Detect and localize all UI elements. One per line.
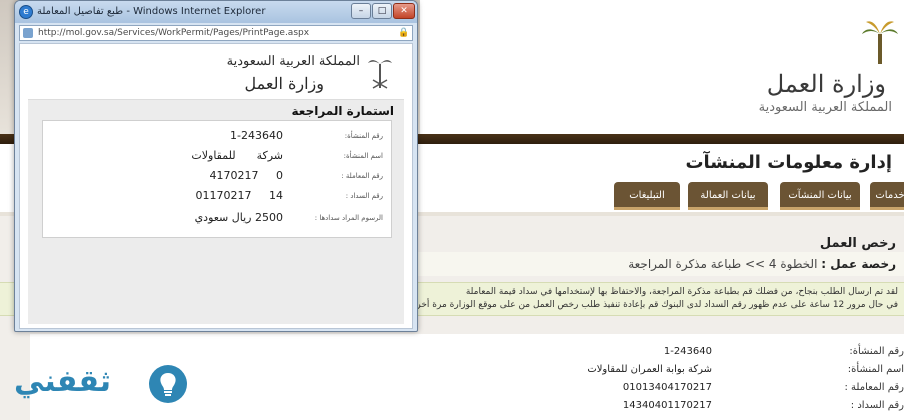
form-label: رقم السداد : (345, 192, 383, 200)
calligraphy-ministry: وزارة العمل (244, 74, 325, 93)
address-url: http://mol.gov.sa/Services/WorkPermit/Pa… (38, 28, 310, 38)
close-button[interactable]: ✕ (393, 3, 415, 19)
tab-services[interactable]: خدمات (870, 182, 904, 210)
calligraphy-kingdom: المملكة العربية السعودية (226, 54, 360, 69)
form-row: الرسوم المراد سدادها : 2500 ريال سعودي (43, 211, 393, 229)
tab-workers[interactable]: بيانات العمالة (688, 182, 768, 210)
form-title: استمارة المراجعة (291, 104, 394, 118)
address-bar[interactable]: http://mol.gov.sa/Services/WorkPermit/Pa… (19, 25, 413, 41)
ie-popup-window: e طبع تفاصيل المعاملة - Windows Internet… (14, 0, 418, 332)
brand-watermark: ثقفني (14, 364, 112, 399)
breadcrumb-prefix: رخصة عمل : (821, 257, 896, 271)
form-label: اسم المنشأة: (343, 152, 383, 160)
form-value: 14‌ ‌ ‌ ‌ ‌ 01170217 (195, 189, 283, 202)
site-logo-subtitle: المملكة العربية السعودية (758, 100, 892, 115)
form-label: الرسوم المراد سدادها : (314, 214, 383, 222)
detail-value: 1-243640 (663, 346, 712, 357)
print-page: المملكة العربية السعودية وزارة العمل است… (19, 43, 413, 329)
detail-value: 01013404170217 (622, 382, 712, 393)
form-value: شركة ‌ ‌ ‌ ‌ ‌ للمقاولات (191, 149, 283, 162)
site-logo-title: وزارة العمل (766, 70, 886, 98)
form-label: رقم المنشأة: (344, 132, 383, 140)
form-value: 1-243640 (230, 129, 283, 142)
lock-icon: 🔒 (398, 28, 410, 38)
detail-row: رقم المنشأة: 1-243640 (30, 346, 904, 364)
ie-browser-icon: e (19, 5, 33, 19)
tab-establishments[interactable]: بيانات المنشآت (780, 182, 860, 210)
palm-logo-icon (368, 60, 392, 89)
form-value: 0‌‌‌‌ ‌ ‌ ‌ ‌ 4170217 (209, 169, 283, 182)
page-icon (23, 28, 33, 38)
form-row: رقم المنشأة: 1-243640 (43, 129, 393, 147)
detail-label: اسم المنشأة: (847, 364, 904, 375)
window-titlebar[interactable]: e طبع تفاصيل المعاملة - Windows Internet… (15, 1, 417, 23)
detail-label: رقم المعاملة : (844, 382, 904, 393)
detail-label: رقم السداد : (850, 400, 904, 411)
print-header: المملكة العربية السعودية وزارة العمل (28, 50, 404, 100)
form-row: اسم المنشأة: شركة ‌ ‌ ‌ ‌ ‌ للمقاولات (43, 149, 393, 167)
form-row: رقم المعاملة : 0‌‌‌‌ ‌ ‌ ‌ ‌ 4170217 (43, 169, 393, 187)
section-title: إدارة معلومات المنشآت (685, 152, 892, 173)
detail-value: 14340401170217 (622, 400, 712, 411)
minimize-button[interactable]: – (351, 3, 371, 19)
form-label: رقم المعاملة : (341, 172, 383, 180)
form-value: 2500 ريال سعودي (194, 211, 283, 224)
detail-label: رقم المنشأة: (849, 346, 904, 357)
window-title: طبع تفاصيل المعاملة - Windows Internet E… (37, 6, 266, 17)
palm-logo-icon (862, 21, 898, 64)
breadcrumb-step: الخطوة 4 >> طباعة مذكرة المراجعة (628, 257, 818, 271)
maximize-button[interactable]: □ (372, 3, 392, 19)
lightbulb-icon (149, 365, 187, 403)
review-form: رقم المنشأة: 1-243640 اسم المنشأة: شركة … (42, 120, 392, 238)
permits-heading: رخص العمل (819, 236, 896, 251)
form-row: رقم السداد : 14‌ ‌ ‌ ‌ ‌ 01170217 (43, 189, 393, 207)
detail-value: شركة بوابة العمران للمقاولات (587, 364, 712, 375)
tab-notifications[interactable]: التبليغات (614, 182, 680, 210)
